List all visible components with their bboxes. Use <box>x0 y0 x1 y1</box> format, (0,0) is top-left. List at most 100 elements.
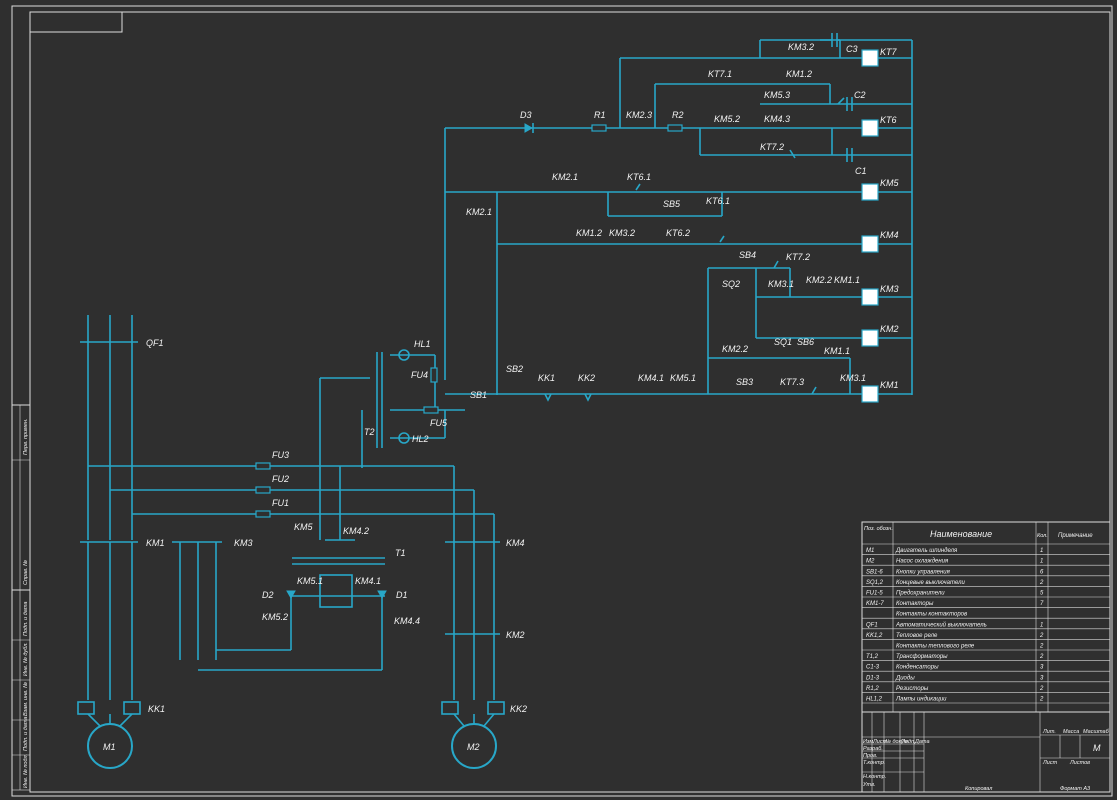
tb-role-4: Н.контр. <box>863 774 886 780</box>
label-kt7: KT7 <box>880 47 898 57</box>
label-kt61b: KT6.1 <box>706 196 730 206</box>
coil-km4 <box>861 235 879 253</box>
label-km3-lower: KM3 <box>234 538 253 548</box>
label-kk1-lower: KK1 <box>148 704 165 714</box>
bom-row-qty: 2 <box>1039 644 1044 650</box>
coil-kt7 <box>861 49 879 67</box>
label-m2: M2 <box>467 742 480 752</box>
label-fu2: FU2 <box>272 474 289 484</box>
label-km1: KM1 <box>880 380 899 390</box>
bom-row-qty: 2 <box>1039 633 1044 639</box>
bom-row-qty: 3 <box>1040 675 1044 681</box>
label-sq1: SQ1 <box>774 337 792 347</box>
side-stamp-7: Инв. № подл. <box>23 754 29 788</box>
bom-header-name: Наименование <box>930 529 992 539</box>
bom-row-pos: KM1-7 <box>866 601 884 607</box>
bom-header-qty: Кол. <box>1037 533 1048 539</box>
label-km1-lower: KM1 <box>146 538 165 548</box>
resistor-r1 <box>591 124 607 132</box>
label-km11: KM1.1 <box>834 275 860 285</box>
label-km12-top: KM1.2 <box>786 69 812 79</box>
bom-rows: M1 Двигатель шпинделя 1 M2 Насос охлаждения 1… <box>862 548 1110 704</box>
label-km21-left: KM2.1 <box>466 207 492 217</box>
label-km5: KM5 <box>880 178 900 188</box>
label-km3: KM3 <box>880 284 899 294</box>
label-r1: R1 <box>594 110 606 120</box>
thermal-kk1-right <box>123 701 141 715</box>
label-sq2: SQ2 <box>722 279 740 289</box>
bom-row-qty: 1 <box>1040 559 1043 565</box>
label-km51: KM5.1 <box>670 373 696 383</box>
bom-row-pos: HL1,2 <box>866 697 883 703</box>
side-stamp-1: Перв. примен. <box>23 418 29 455</box>
bom-row-qty: 6 <box>1040 569 1044 575</box>
label-km41: KM4.1 <box>638 373 664 383</box>
label-km11b: KM1.1 <box>824 346 850 356</box>
bom-row-qty: 2 <box>1039 580 1044 586</box>
label-d1: D1 <box>396 590 408 600</box>
fuse-fu4 <box>430 367 438 383</box>
bom-row-pos: M2 <box>866 559 875 565</box>
label-km22: KM2.2 <box>806 275 832 285</box>
bom-row-qty: 1 <box>1040 622 1043 628</box>
bom-row-name: Конденсаторы <box>896 665 939 671</box>
label-km41-lower: KM4.1 <box>355 576 381 586</box>
bom-row-name: Лампы индикации <box>895 697 947 703</box>
label-c1: C1 <box>855 166 867 176</box>
label-sb4: SB4 <box>739 250 756 260</box>
bom-row-name: Насос охлаждения <box>896 559 949 565</box>
bom-row-name: Диоды <box>895 675 915 681</box>
label-sb3: SB3 <box>736 377 753 387</box>
fuse-fu5 <box>423 406 439 414</box>
label-fu4: FU4 <box>411 370 428 380</box>
label-kt62: KT6.2 <box>666 228 690 238</box>
control-circuit: KT7 KM3.2 C3 KT7.1 KM1.2 KM5.3 C2 D3 R1 … <box>444 33 913 403</box>
side-stamp: Перв. примен. Справ. № Подп. и дата Инв.… <box>11 404 31 791</box>
tb-role-1: Разраб. <box>863 746 883 752</box>
coil-km1 <box>861 385 879 403</box>
bom-row-qty: 7 <box>1040 601 1044 607</box>
bom-row-name: Резисторы <box>896 686 929 692</box>
label-sb2: SB2 <box>506 364 523 374</box>
side-stamp-4: Инв. № дубл. <box>23 642 29 676</box>
bom-row-qty: 2 <box>1039 654 1044 660</box>
label-km2-lower: KM2 <box>506 630 525 640</box>
fuse-fu1 <box>255 510 271 518</box>
label-km23: KM2.3 <box>626 110 652 120</box>
bom-row-name: Трансформаторы <box>896 654 948 660</box>
label-km31-mid: KM3.1 <box>768 279 794 289</box>
thermal-kk2-left <box>441 701 459 715</box>
bom-row-pos: T1,2 <box>866 654 879 660</box>
resistor-r2 <box>667 124 683 132</box>
label-d2: D2 <box>262 590 274 600</box>
tb-role-3: Т.контр. <box>863 760 885 766</box>
side-stamp-2: Справ. № <box>23 560 29 585</box>
transformer-t2-group: HL1 FU4 SB1 T2 FU5 HL2 <box>319 339 487 540</box>
label-km44: KM4.4 <box>394 616 420 626</box>
coil-kt6 <box>861 119 879 137</box>
label-km53: KM5.3 <box>764 90 790 100</box>
label-kt61: KT6.1 <box>627 172 651 182</box>
bom-row-name: Контакты контакторов <box>896 612 967 618</box>
label-kt72: KT7.2 <box>786 252 810 262</box>
side-stamp-3: Подп. и дата <box>23 602 29 636</box>
bom-row-qty: 2 <box>1039 697 1044 703</box>
label-km32-mid: KM3.2 <box>609 228 635 238</box>
label-c3: C3 <box>846 44 858 54</box>
bom-row-name: Контакторы <box>896 601 934 607</box>
label-r2: R2 <box>672 110 684 120</box>
tb-footer-format: Формат А3 <box>1060 786 1091 792</box>
label-km43: KM4.3 <box>764 114 790 124</box>
tb-sheet: Лист <box>1042 760 1058 766</box>
label-kk1: KK1 <box>538 373 555 383</box>
label-km52: KM5.2 <box>262 612 288 622</box>
bom-row-name: Предохранители <box>896 591 945 597</box>
tb-footer-copy: Копировал <box>965 786 992 792</box>
thermal-kk2-right <box>487 701 505 715</box>
label-km52-top: KM5.2 <box>714 114 740 124</box>
title-block: Изм. Лист № докум. Подп. Дата Разраб. Пр… <box>861 711 1111 793</box>
label-m1: M1 <box>103 742 116 752</box>
bom-row-name: Кнопки управления <box>896 569 951 575</box>
label-c2: C2 <box>854 90 866 100</box>
label-km21-top: KM2.1 <box>552 172 578 182</box>
